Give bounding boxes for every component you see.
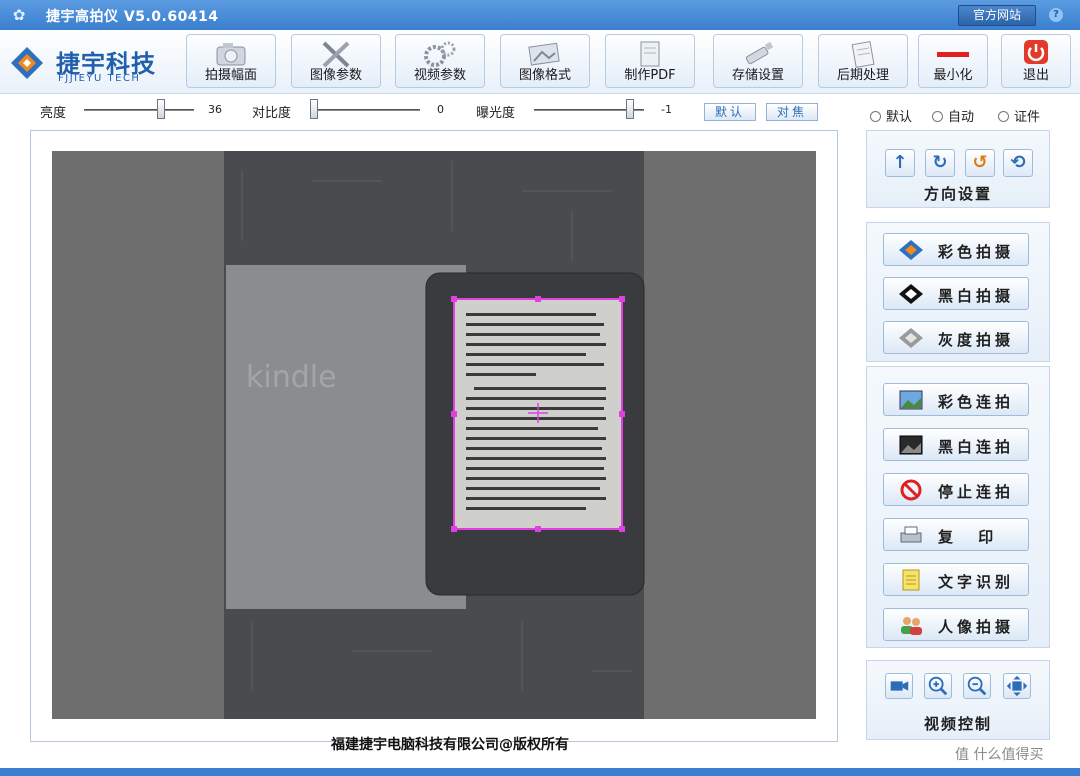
camera-preview[interactable]: kindle — [52, 151, 816, 719]
logo-diamond-icon — [11, 47, 43, 79]
toolbar-label: 制作PDF — [624, 68, 676, 83]
logo-subtitle: FJJIEYU TECH — [58, 73, 141, 84]
radio-dot[interactable] — [998, 111, 1009, 122]
kindle-brand-text: kindle — [246, 360, 337, 395]
exposure-slider-thumb[interactable] — [626, 99, 634, 119]
bw-capture-button[interactable]: 黑白拍摄 — [883, 277, 1029, 310]
ocr-document-icon — [902, 569, 920, 591]
help-icon[interactable]: ? — [1049, 8, 1063, 22]
direction-panel: ↑ ↻ ↺ ⟲ 方向设置 — [866, 130, 1050, 208]
mode-radio-default[interactable]: 默认 — [870, 106, 912, 125]
button-label: 文字识别 — [938, 573, 1015, 591]
bw-burst-button[interactable]: 黑白连拍 — [883, 428, 1029, 461]
image-params-button[interactable]: 图像参数 — [291, 34, 381, 88]
button-label: 黑白连拍 — [938, 438, 1015, 456]
arrow-up-icon[interactable]: ↑ — [885, 149, 915, 177]
image-format-button[interactable]: 图像格式 — [500, 34, 590, 88]
button-label: 彩色连拍 — [938, 393, 1015, 411]
portrait-capture-button[interactable]: 人像拍摄 — [883, 608, 1029, 641]
toolbar-label: 视频参数 — [413, 68, 466, 83]
copy-button[interactable]: 复 印 — [883, 518, 1029, 551]
brightness-label: 亮度 — [40, 106, 67, 121]
brightness-slider-thumb[interactable] — [157, 99, 165, 119]
contrast-slider-thumb[interactable] — [310, 99, 318, 119]
brightness-value: 36 — [198, 101, 226, 119]
contrast-label: 对比度 — [252, 106, 292, 121]
button-label: 复 印 — [938, 528, 1004, 546]
toolbar-label: 存储设置 — [731, 68, 784, 83]
gray-capture-icon — [899, 328, 923, 348]
video-camera-icon[interactable] — [885, 673, 913, 699]
fit-screen-icon[interactable] — [1003, 673, 1031, 699]
rotate-right-icon[interactable]: ↻ — [925, 149, 955, 177]
bw-capture-icon — [899, 284, 923, 304]
zoom-in-icon[interactable] — [924, 673, 952, 699]
contrast-value: 0 — [420, 101, 448, 119]
color-burst-icon — [899, 390, 923, 410]
mode-radio-id[interactable]: 证件 — [998, 106, 1040, 125]
toolbar-label: 图像参数 — [309, 68, 362, 83]
button-label: 灰度拍摄 — [938, 331, 1015, 349]
stop-icon — [900, 479, 922, 501]
radio-dot[interactable] — [870, 111, 881, 122]
contrast-slider[interactable] — [310, 109, 420, 111]
toolbar-label: 图像格式 — [518, 68, 571, 83]
button-label: 彩色拍摄 — [938, 243, 1015, 261]
exposure-value: -1 — [648, 101, 676, 119]
title-bar: ✿ 捷宇高拍仪 V5.0.60414 官方网站 ? — [0, 0, 1080, 30]
button-label: 人像拍摄 — [938, 618, 1015, 636]
rotate-left-icon[interactable]: ↺ — [965, 149, 995, 177]
radio-label: 自动 — [948, 110, 975, 125]
capture-size-button[interactable]: 拍摄幅面 — [186, 34, 276, 88]
capture-panel: 彩色拍摄 黑白拍摄 灰度拍摄 — [866, 222, 1050, 362]
official-website-button[interactable]: 官方网站 — [958, 5, 1036, 26]
video-params-button[interactable]: 视频参数 — [395, 34, 485, 88]
company-logo: 捷宇科技 FJJIEYU TECH — [6, 36, 178, 88]
default-button[interactable]: 默认 — [704, 103, 756, 121]
stop-burst-button[interactable]: 停止连拍 — [883, 473, 1029, 506]
toolbar-label: 退出 — [1022, 68, 1049, 83]
post-processing-button[interactable]: 后期处理 — [818, 34, 908, 88]
radio-label: 默认 — [886, 110, 913, 125]
printer-icon — [900, 526, 922, 543]
toolbar-label: 后期处理 — [836, 68, 889, 83]
make-pdf-button[interactable]: 制作PDF — [605, 34, 695, 88]
toolbar-label: 拍摄幅面 — [204, 68, 257, 83]
toolbar-label: 最小化 — [933, 68, 973, 83]
direction-panel-title: 方向设置 — [923, 185, 992, 203]
color-capture-button[interactable]: 彩色拍摄 — [883, 233, 1029, 266]
watermark-text: 值 什么值得买 — [955, 747, 1044, 763]
window-title: 捷宇高拍仪 V5.0.60414 — [46, 9, 219, 25]
image-adjust-bar: 亮度 36 对比度 0 曝光度 -1 默认 对焦 — [0, 96, 860, 126]
button-label: 停止连拍 — [938, 483, 1015, 501]
video-control-panel: 视频控制 — [866, 660, 1050, 740]
bw-burst-icon — [899, 435, 923, 455]
video-panel-title: 视频控制 — [923, 715, 992, 733]
brightness-slider[interactable] — [84, 109, 194, 111]
focus-button[interactable]: 对焦 — [766, 103, 818, 121]
toolbar: 捷宇科技 FJJIEYU TECH 拍摄幅面 图像参数 视频参数 图像格式 制作… — [0, 30, 1080, 94]
radio-label: 证件 — [1014, 110, 1041, 125]
exit-button[interactable]: 退出 — [1001, 34, 1071, 88]
gear-icon[interactable]: ✿ — [10, 6, 28, 24]
storage-settings-button[interactable]: 存储设置 — [713, 34, 803, 88]
exposure-label: 曝光度 — [476, 106, 516, 121]
refresh-icon[interactable]: ⟲ — [1003, 149, 1033, 177]
ocr-button[interactable]: 文字识别 — [883, 563, 1029, 596]
color-capture-icon — [899, 240, 923, 260]
people-icon — [901, 617, 922, 635]
radio-dot[interactable] — [932, 111, 943, 122]
continuous-panel: 彩色连拍 黑白连拍 停止连拍 复 印 文字识别 人像拍摄 — [866, 366, 1050, 648]
minimize-button[interactable]: 最小化 — [918, 34, 988, 88]
bottom-border — [0, 768, 1080, 776]
zoom-out-icon[interactable] — [963, 673, 991, 699]
color-burst-button[interactable]: 彩色连拍 — [883, 383, 1029, 416]
mode-radio-auto[interactable]: 自动 — [932, 106, 974, 125]
copyright-text: 福建捷宇电脑科技有限公司@版权所有 — [331, 737, 569, 753]
mode-radio-group: 默认 自动 证件 — [866, 106, 1076, 126]
gray-capture-button[interactable]: 灰度拍摄 — [883, 321, 1029, 354]
button-label: 黑白拍摄 — [938, 287, 1015, 305]
camera-feed-image: kindle — [52, 151, 816, 719]
